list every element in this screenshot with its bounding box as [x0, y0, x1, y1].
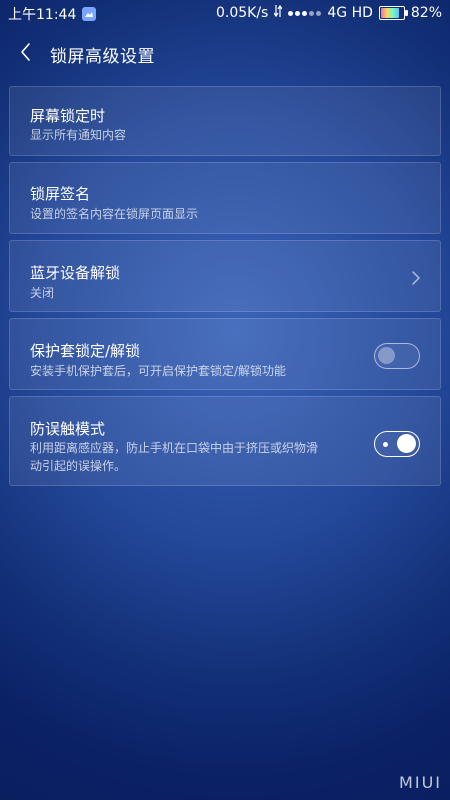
toggle-knob	[397, 434, 416, 453]
clock: 上午11:44	[8, 7, 77, 23]
setting-subtitle: 安装手机保护套后，可开启保护套锁定/解锁功能	[30, 364, 287, 378]
status-right: 0.05K/s 4G HD 82%	[216, 4, 442, 22]
setting-subtitle-line2: 动引起的误操作。	[30, 459, 127, 473]
battery-icon	[378, 6, 408, 20]
setting-subtitle: 设置的签名内容在锁屏页面显示	[30, 207, 199, 221]
battery-percent: 82%	[410, 5, 442, 21]
setting-case-lock[interactable]: 保护套锁定/解锁 安装手机保护套后，可开启保护套锁定/解锁功能	[9, 318, 441, 390]
setting-subtitle: 关闭	[30, 286, 55, 300]
setting-lock-signature[interactable]: 锁屏签名 设置的签名内容在锁屏页面显示	[9, 162, 441, 234]
miui-watermark: MIUI	[399, 773, 442, 792]
gallery-notification-icon	[82, 7, 97, 21]
case-lock-toggle[interactable]	[374, 343, 420, 369]
setting-screen-lock[interactable]: 屏幕锁定时 显示所有通知内容	[9, 86, 441, 156]
status-left: 上午11:44	[8, 4, 97, 24]
setting-title: 保护套锁定/解锁	[30, 342, 141, 360]
status-bar: 上午11:44 0.05K/s 4G HD 82%	[0, 0, 450, 26]
setting-title: 锁屏签名	[30, 185, 91, 203]
setting-bluetooth-unlock[interactable]: 蓝牙设备解锁 关闭	[9, 240, 441, 312]
anti-mistouch-toggle[interactable]	[374, 431, 420, 457]
battery-level	[380, 8, 399, 18]
setting-title: 蓝牙设备解锁	[30, 264, 121, 282]
header: 锁屏高级设置	[0, 32, 450, 74]
setting-subtitle-line1: 利用距离感应器，防止手机在口袋中由于挤压或织物滑	[30, 441, 319, 455]
chevron-right-icon	[410, 270, 422, 286]
network-speed: 0.05K/s	[215, 5, 269, 21]
setting-anti-mistouch[interactable]: 防误触模式 利用距离感应器，防止手机在口袋中由于挤压或织物滑 动引起的误操作。	[9, 396, 441, 486]
toggle-knob	[378, 347, 395, 364]
setting-title: 屏幕锁定时	[30, 107, 106, 125]
data-transfer-icon	[273, 4, 283, 22]
page-title: 锁屏高级设置	[50, 47, 155, 67]
network-type: 4G HD	[327, 5, 373, 21]
signal-strength-icon	[288, 10, 322, 16]
settings-list: 屏幕锁定时 显示所有通知内容 锁屏签名 设置的签名内容在锁屏页面显示 蓝牙设备解…	[9, 86, 441, 492]
setting-subtitle: 显示所有通知内容	[30, 128, 127, 142]
toggle-on-dot	[383, 442, 388, 447]
chevron-left-icon[interactable]	[14, 40, 38, 64]
setting-title: 防误触模式	[30, 420, 106, 438]
